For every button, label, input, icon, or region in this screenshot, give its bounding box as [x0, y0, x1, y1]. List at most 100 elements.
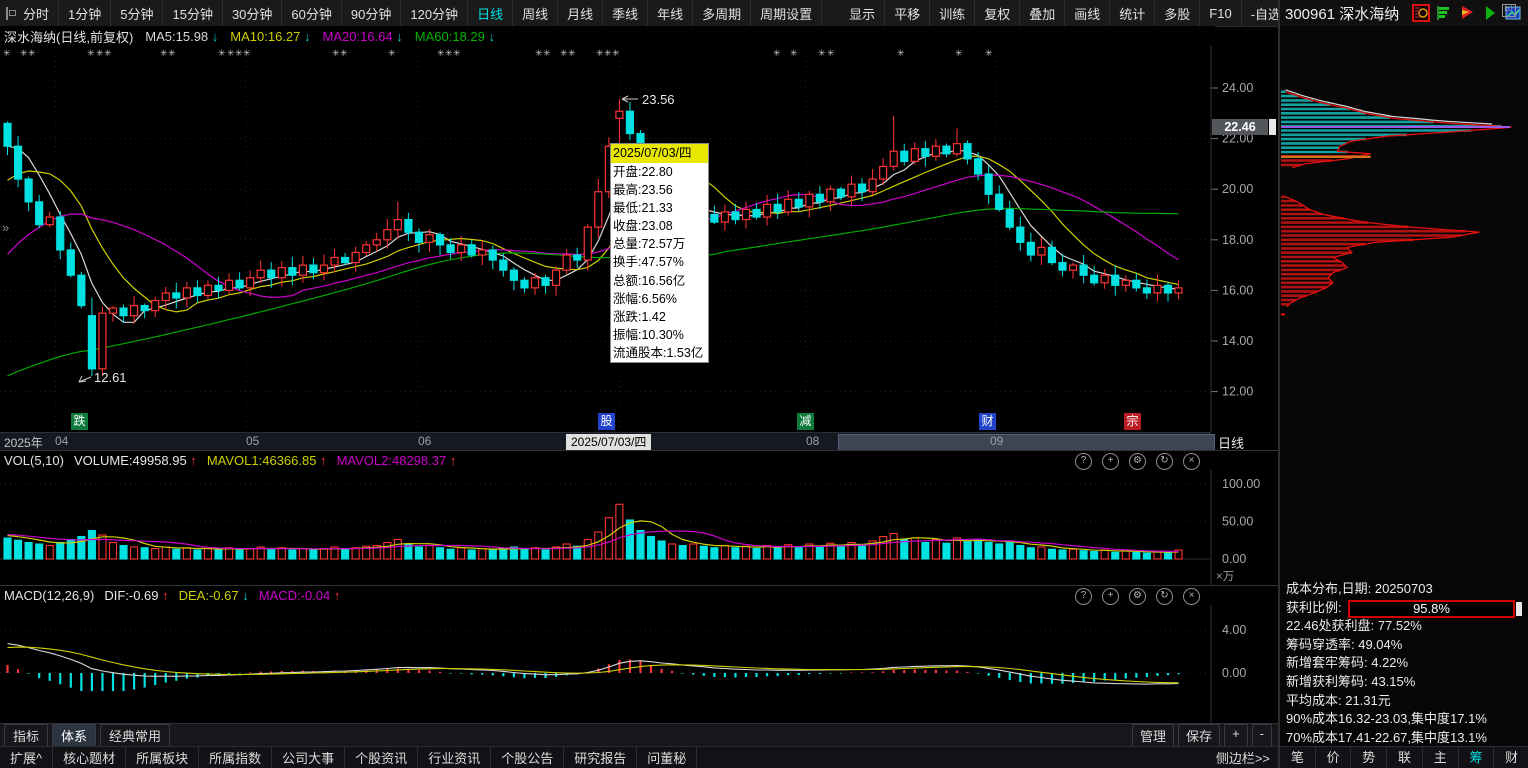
info-mine-icon[interactable]: ✳ [160, 48, 168, 58]
info-mine-icon[interactable]: ✳ [596, 48, 604, 58]
tab-所属板块[interactable]: 所属板块 [126, 747, 200, 768]
candle-body[interactable] [942, 145, 951, 155]
volume-bar[interactable] [636, 529, 645, 560]
candle-body[interactable] [161, 292, 170, 302]
info-mine-icon[interactable]: ✳ [235, 48, 243, 58]
volume-bar[interactable] [351, 547, 360, 560]
candle-body[interactable] [362, 244, 371, 254]
tab-行业资讯[interactable]: 行业资讯 [418, 747, 492, 768]
toolbar-item-1分钟[interactable]: 1分钟 [59, 0, 112, 26]
volume-bar[interactable] [963, 540, 972, 560]
candle-body[interactable] [551, 269, 561, 286]
volume-bar[interactable] [225, 547, 234, 560]
volume-bar[interactable] [720, 544, 729, 560]
volume-bar[interactable] [974, 538, 983, 560]
toolbar-item-15分钟[interactable]: 15分钟 [163, 0, 223, 26]
volume-bar[interactable] [794, 546, 803, 560]
toolbar-item-5分钟[interactable]: 5分钟 [111, 0, 164, 26]
info-mine-icon[interactable]: ✳ [773, 48, 781, 58]
candle-body[interactable] [826, 188, 835, 203]
volume-bar[interactable] [583, 538, 592, 560]
candle-body[interactable] [478, 249, 487, 256]
candle-body[interactable] [815, 193, 824, 203]
candle-body[interactable] [425, 234, 434, 243]
volume-bar[interactable] [130, 546, 139, 560]
candle-body[interactable] [868, 178, 877, 193]
candle-body[interactable] [45, 216, 54, 226]
volume-bar[interactable] [836, 544, 846, 560]
panel-tab-联[interactable]: 联 [1387, 747, 1423, 768]
toolbar-item-120分钟[interactable]: 120分钟 [401, 0, 469, 26]
tab-问董秘[interactable]: 问董秘 [637, 747, 698, 768]
tab-指标[interactable]: 指标 [4, 723, 49, 747]
volume-bar[interactable] [1121, 550, 1130, 560]
candle-body[interactable] [805, 193, 814, 208]
volume-bar[interactable] [435, 547, 445, 560]
toolbar-item-统计[interactable]: 统计 [1110, 0, 1156, 26]
candle-body[interactable] [267, 269, 276, 279]
candle-body[interactable] [562, 254, 571, 271]
candle-body[interactable] [319, 264, 329, 274]
volume-bar[interactable] [1047, 548, 1056, 560]
volume-bar[interactable] [35, 543, 44, 560]
volume-bar[interactable] [857, 544, 867, 560]
volume-bar[interactable] [1037, 546, 1046, 560]
candle-body[interactable] [762, 203, 772, 218]
candle-body[interactable] [1090, 274, 1099, 284]
info-mine-icon[interactable]: ✳ [168, 48, 176, 58]
volume-bar[interactable] [741, 545, 751, 560]
candle-body[interactable] [973, 158, 983, 175]
info-mine-icon[interactable]: ✳ [243, 48, 251, 58]
info-mine-icon[interactable]: ✳ [453, 48, 461, 58]
volume-bar[interactable] [1026, 547, 1035, 560]
candle-body[interactable] [784, 198, 793, 213]
info-mine-icon[interactable]: ✳ [104, 48, 112, 58]
candle-body[interactable] [1016, 226, 1025, 243]
volume-bar[interactable] [425, 544, 434, 560]
info-mine-icon[interactable]: ✳ [388, 48, 396, 58]
candle-body[interactable] [24, 178, 33, 203]
candle-body[interactable] [256, 269, 265, 279]
candle-body[interactable] [151, 299, 160, 312]
volume-bar[interactable] [457, 547, 466, 560]
volume-chart[interactable]: 100.00 50.00 0.00 ×万 [0, 470, 1278, 585]
info-mine-icon[interactable]: ✳ [897, 48, 905, 58]
volume-bar[interactable] [3, 537, 12, 560]
toolbar-item-月线[interactable]: 月线 [558, 0, 604, 26]
volume-bar[interactable] [1142, 552, 1151, 560]
candle-body[interactable] [298, 264, 307, 276]
date-scrollbar[interactable] [838, 434, 1215, 451]
toolbar-item-分时[interactable]: 分时 [14, 0, 60, 26]
candle-body[interactable] [288, 267, 297, 276]
candle-body[interactable] [203, 284, 213, 297]
candle-body[interactable] [309, 264, 318, 274]
volume-bar[interactable] [815, 545, 824, 560]
red-flag-icon[interactable] [1458, 4, 1476, 22]
tab-个股公告[interactable]: 个股公告 [491, 747, 565, 768]
candle-body[interactable] [330, 256, 339, 266]
volume-bar[interactable] [1163, 552, 1173, 560]
volume-bar[interactable] [995, 543, 1004, 560]
info-mine-icon[interactable]: ✳ [827, 48, 835, 58]
volume-bar[interactable] [657, 540, 666, 560]
volume-bar[interactable] [161, 546, 170, 560]
volume-bar[interactable] [889, 532, 898, 560]
volume-bar[interactable] [752, 547, 761, 560]
volume-bar[interactable] [604, 517, 613, 560]
candle-body[interactable] [836, 188, 846, 198]
candle-body[interactable] [182, 287, 191, 299]
toolbar-item-周线[interactable]: 周线 [513, 0, 559, 26]
volume-bar[interactable] [393, 538, 402, 560]
toolbar-item-30分钟[interactable]: 30分钟 [223, 0, 283, 26]
candle-body[interactable] [1142, 287, 1152, 294]
candle-body[interactable] [130, 304, 139, 317]
candle-body[interactable] [741, 208, 751, 221]
panel-tab-势[interactable]: 势 [1351, 747, 1388, 768]
volume-bar[interactable] [309, 549, 318, 560]
candle-body[interactable] [910, 148, 919, 162]
info-mine-icon[interactable]: ✳ [604, 48, 612, 58]
candle-body[interactable] [246, 277, 255, 289]
candle-body[interactable] [1100, 274, 1109, 284]
candle-body[interactable] [710, 213, 719, 223]
candle-body[interactable] [277, 267, 286, 279]
